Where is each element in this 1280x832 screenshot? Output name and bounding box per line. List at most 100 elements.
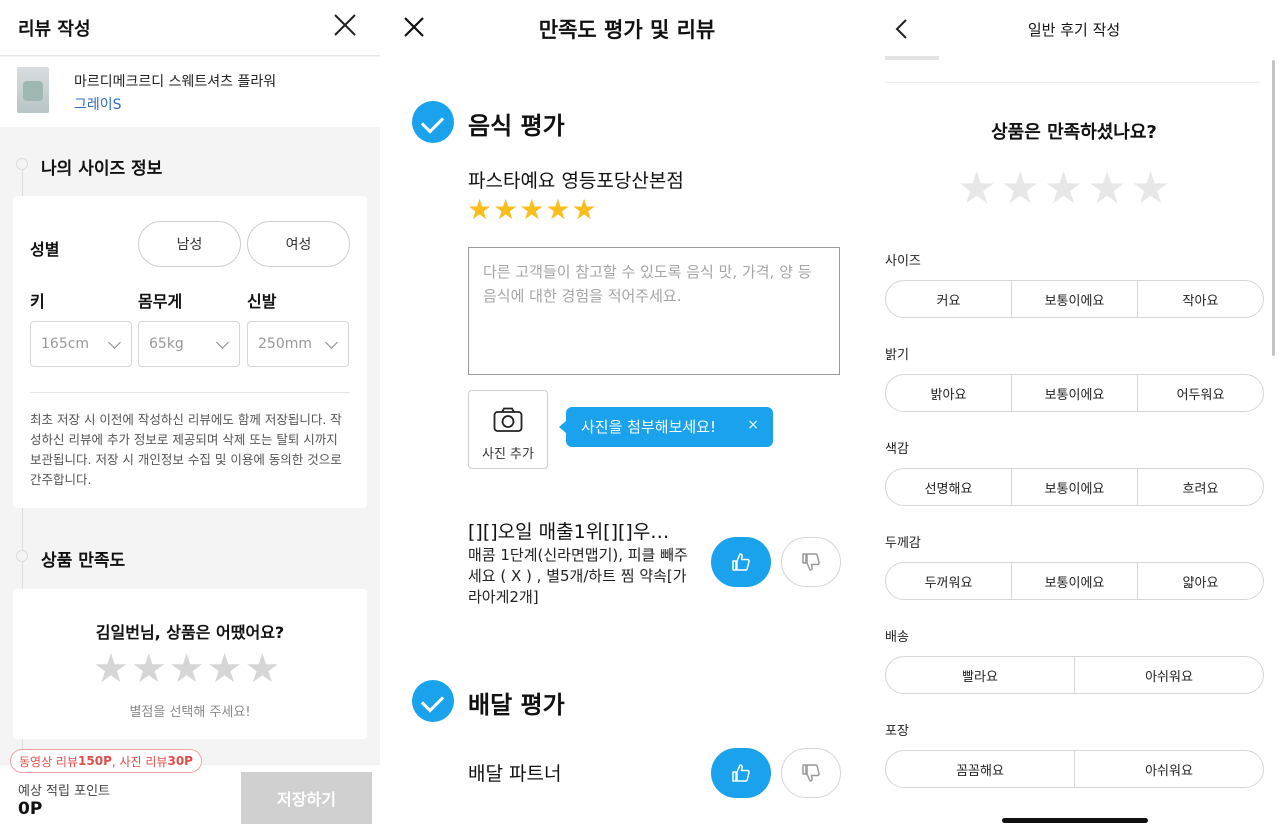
option-label-brightness: 밝기 bbox=[885, 348, 909, 363]
camera-icon bbox=[493, 407, 523, 432]
choice-button[interactable]: 작아요 bbox=[1137, 281, 1263, 317]
promo-badge: 동영상 리뷰 150P, 사진 리뷰 30P bbox=[10, 749, 202, 773]
star-icon[interactable]: ★ bbox=[1131, 164, 1170, 214]
timeline-dot bbox=[16, 550, 28, 562]
product-info: 마르디메크르디 스웨트셔츠 플라워 그레이S bbox=[0, 57, 380, 127]
choice-button[interactable]: 보통이에요 bbox=[1011, 563, 1137, 599]
chevron-down-icon bbox=[216, 336, 229, 349]
segmented-brightness: 밝아요 보통이에요 어두워요 bbox=[885, 374, 1264, 412]
star-rating[interactable]: ★ ★ ★ ★ ★ bbox=[957, 164, 1170, 214]
choice-button[interactable]: 꼼꼼해요 bbox=[886, 751, 1074, 787]
general-review-panel: 일반 후기 작성 상품은 만족하셨나요? ★ ★ ★ ★ ★ 사이즈 커요 보통이에요 … bbox=[874, 0, 1280, 832]
shoe-value: 250mm bbox=[258, 336, 312, 352]
tooltip-text: 사진을 첨부해보세요! bbox=[581, 418, 716, 436]
thumbs-down-button[interactable] bbox=[781, 748, 841, 798]
thumbs-up-button[interactable] bbox=[711, 748, 771, 798]
thumbs-up-button[interactable] bbox=[711, 537, 771, 587]
height-select[interactable]: 165cm bbox=[30, 321, 132, 367]
promo-photo-points: 30P bbox=[167, 754, 193, 768]
segmented-thickness: 두꺼워요 보통이에요 얇아요 bbox=[885, 562, 1264, 600]
star-rating[interactable]: ★ ★ ★ ★ ★ bbox=[467, 193, 597, 227]
star-icon[interactable]: ★ bbox=[571, 193, 596, 227]
satisfaction-question: 김일번님, 상품은 어땠어요? bbox=[95, 623, 285, 642]
option-label-shipping: 배송 bbox=[885, 630, 909, 645]
footer: 예상 적립 포인트 0P 저장하기 bbox=[0, 764, 380, 832]
choice-button[interactable]: 밝아요 bbox=[886, 375, 1011, 411]
close-icon[interactable]: × bbox=[747, 417, 759, 433]
store-name: 파스타예요 영등포당산본점 bbox=[468, 170, 684, 192]
product-option: 그레이S bbox=[74, 97, 122, 113]
choice-button[interactable]: 어두워요 bbox=[1137, 375, 1263, 411]
segmented-size: 커요 보통이에요 작아요 bbox=[885, 280, 1264, 318]
shoe-select[interactable]: 250mm bbox=[247, 321, 349, 367]
star-icon[interactable]: ★ bbox=[1087, 164, 1126, 214]
height-value: 165cm bbox=[41, 336, 90, 352]
choice-button[interactable]: 빨라요 bbox=[886, 657, 1074, 693]
star-icon[interactable]: ★ bbox=[467, 193, 492, 227]
star-icon[interactable]: ★ bbox=[493, 193, 518, 227]
segmented-shipping: 빨라요 아쉬워요 bbox=[885, 656, 1264, 694]
choice-button[interactable]: 두꺼워요 bbox=[886, 563, 1011, 599]
chevron-down-icon bbox=[325, 336, 338, 349]
star-icon[interactable]: ★ bbox=[545, 193, 570, 227]
thumbs-down-icon bbox=[802, 764, 820, 782]
header: 리뷰 작성 bbox=[0, 0, 380, 56]
star-icon[interactable]: ★ bbox=[131, 647, 167, 691]
choice-button[interactable]: 커요 bbox=[886, 281, 1011, 317]
satisfaction-card: 김일번님, 상품은 어땠어요? ★ ★ ★ ★ ★ 별점을 선택해 주세요! bbox=[13, 589, 367, 739]
choice-button[interactable]: 선명해요 bbox=[886, 469, 1011, 505]
close-icon[interactable] bbox=[332, 12, 358, 38]
privacy-notice: 최초 저장 시 이전에 작성하신 리뷰에도 함께 저장됩니다. 작성하신 리뷰에… bbox=[30, 412, 342, 487]
star-icon[interactable]: ★ bbox=[957, 164, 996, 214]
home-indicator[interactable] bbox=[1002, 818, 1148, 823]
page-title: 일반 후기 작성 bbox=[1027, 21, 1121, 39]
points-label: 예상 적립 포인트 bbox=[18, 784, 110, 799]
choice-button[interactable]: 흐려요 bbox=[1137, 469, 1263, 505]
save-button[interactable]: 저장하기 bbox=[241, 772, 372, 824]
food-section-title: 음식 평가 bbox=[468, 112, 565, 140]
star-icon[interactable]: ★ bbox=[1000, 164, 1039, 214]
satisfaction-question: 상품은 만족하셨나요? bbox=[991, 122, 1157, 143]
gender-label: 성별 bbox=[30, 240, 60, 259]
gender-female-button[interactable]: 여성 bbox=[247, 221, 350, 267]
gender-male-button[interactable]: 남성 bbox=[138, 221, 241, 267]
star-hint: 별점을 선택해 주세요! bbox=[129, 705, 251, 720]
size-card: 성별 남성 여성 키 몸무게 신발 165cm 65kg 250mm 최초 저장… bbox=[13, 196, 367, 508]
option-label-packaging: 포장 bbox=[885, 724, 909, 739]
choice-button[interactable]: 보통이에요 bbox=[1011, 469, 1137, 505]
choice-button[interactable]: 얇아요 bbox=[1137, 563, 1263, 599]
star-icon[interactable]: ★ bbox=[93, 647, 129, 691]
add-photo-button[interactable]: 사진 추가 bbox=[468, 390, 548, 469]
promo-video-points: 150P bbox=[78, 754, 112, 768]
add-photo-label: 사진 추가 bbox=[482, 447, 534, 462]
photo-tooltip: 사진을 첨부해보세요! × bbox=[559, 407, 773, 447]
review-textarea[interactable]: 다른 고객들이 참고할 수 있도록 음식 맛, 가격, 양 등 음식에 대한 경… bbox=[468, 247, 840, 375]
choice-button[interactable]: 아쉬워요 bbox=[1074, 657, 1263, 693]
thumbs-up-icon bbox=[732, 764, 750, 782]
check-icon bbox=[412, 101, 454, 143]
star-icon[interactable]: ★ bbox=[244, 647, 280, 691]
height-label: 키 bbox=[30, 292, 45, 311]
choice-button[interactable]: 보통이에요 bbox=[1011, 375, 1137, 411]
weight-select[interactable]: 65kg bbox=[138, 321, 240, 367]
star-icon[interactable]: ★ bbox=[169, 647, 205, 691]
promo-text: 동영상 리뷰 bbox=[19, 754, 79, 769]
star-icon[interactable]: ★ bbox=[207, 647, 243, 691]
thumbs-down-button[interactable] bbox=[781, 537, 841, 587]
star-icon[interactable]: ★ bbox=[519, 193, 544, 227]
page-title: 리뷰 작성 bbox=[18, 19, 91, 40]
choice-button[interactable]: 아쉬워요 bbox=[1074, 751, 1263, 787]
timeline-dot bbox=[16, 158, 28, 170]
star-rating[interactable]: ★ ★ ★ ★ ★ bbox=[93, 647, 280, 691]
weight-label: 몸무게 bbox=[138, 292, 183, 311]
divider bbox=[30, 392, 350, 393]
choice-button[interactable]: 보통이에요 bbox=[1011, 281, 1137, 317]
review-write-panel: 리뷰 작성 마르디메크르디 스웨트셔츠 플라워 그레이S 나의 사이즈 정보 성… bbox=[0, 0, 380, 832]
promo-text: , 사진 리뷰 bbox=[111, 754, 168, 769]
option-label-size: 사이즈 bbox=[885, 254, 921, 269]
delivery-section-title: 배달 평가 bbox=[468, 691, 565, 719]
option-label-thickness: 두께감 bbox=[885, 536, 921, 551]
scrollbar[interactable] bbox=[1272, 60, 1275, 356]
satisfaction-review-panel: 만족도 평가 및 리뷰 음식 평가 파스타예요 영등포당산본점 ★ ★ ★ ★ ★ 다른… bbox=[384, 0, 870, 832]
star-icon[interactable]: ★ bbox=[1044, 164, 1083, 214]
